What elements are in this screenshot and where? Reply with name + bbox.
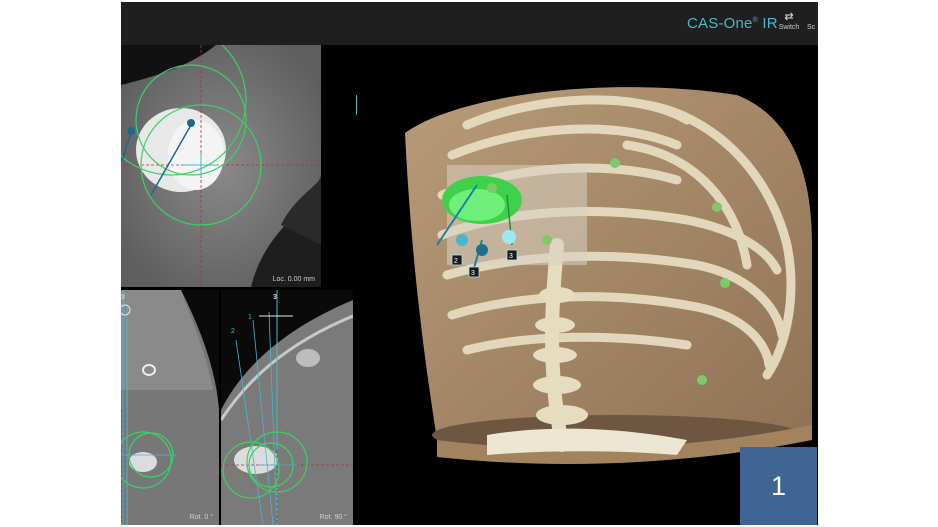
axial-view-panel[interactable]: Loc. 0.00 mm <box>121 45 321 287</box>
swap-arrows-icon: ⇄ <box>784 11 794 23</box>
axial-location-label: Loc. 0.00 mm <box>272 276 315 283</box>
trajectory-2-label: 2 <box>231 328 235 335</box>
rotation-90-label: Rot. 90 ° <box>319 514 347 521</box>
brand-logo: CAS-One® IR <box>687 15 778 32</box>
right-trajectory-top-label: 3 <box>273 294 277 301</box>
switch-button[interactable]: ⇄ Switch <box>771 10 807 42</box>
axial-ct-image <box>121 45 321 287</box>
next-toolbar-label: Sc <box>807 24 816 31</box>
slide-number-badge: 1 <box>740 447 817 525</box>
trajectory-1-label: 1 <box>248 314 252 321</box>
rotation-0-ct-image <box>121 290 219 525</box>
top-bar: CAS-One® IR ⇄ Switch Sc <box>121 2 818 45</box>
rotation-0-view-panel[interactable]: 3 Rot. 0 ° <box>121 290 219 525</box>
rotation-90-view-panel[interactable]: 3 1 2 Rot. 90 ° <box>221 290 353 525</box>
next-toolbar-button[interactable]: Sc <box>807 10 818 42</box>
left-trajectory-label: 3 <box>121 294 125 301</box>
switch-label: Switch <box>778 24 800 31</box>
app-screen: CAS-One® IR ⇄ Switch Sc Loc. 0.00 mm 3 R… <box>121 2 818 525</box>
model-label-2: 2 <box>454 258 458 265</box>
rotation-0-label: Rot. 0 ° <box>189 514 213 521</box>
brand-name: CAS-One <box>687 15 753 32</box>
model-label-3a: 3 <box>471 270 475 277</box>
rotation-90-ct-image <box>221 290 353 525</box>
model-label-3b: 3 <box>509 253 513 260</box>
